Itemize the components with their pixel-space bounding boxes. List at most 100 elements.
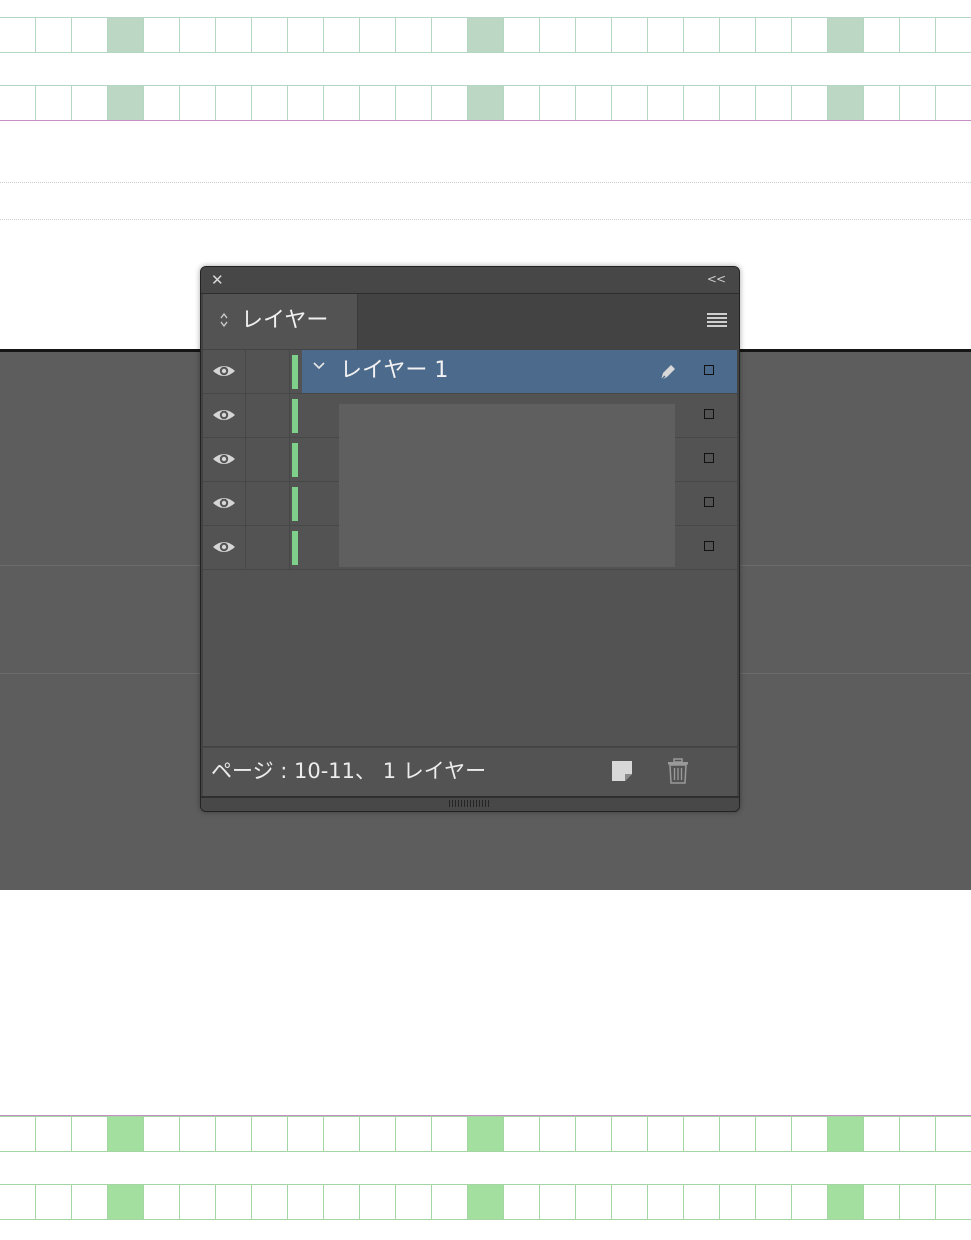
grid-cell <box>539 1184 575 1220</box>
grid-cell <box>0 85 35 121</box>
lock-toggle[interactable] <box>245 482 290 525</box>
grid-cell <box>251 1184 287 1220</box>
grid-cell <box>611 1184 647 1220</box>
grid-row-top-1 <box>0 17 971 53</box>
grid-cell <box>251 17 287 53</box>
visibility-toggle[interactable] <box>203 438 246 481</box>
target-icon[interactable] <box>704 453 714 463</box>
grid-cell <box>611 17 647 53</box>
grid-cell <box>935 1184 971 1220</box>
grid-cell <box>323 85 359 121</box>
grid-cell <box>431 17 467 53</box>
grid-cell <box>107 1184 143 1220</box>
grid-cell <box>359 85 395 121</box>
grid-cell <box>503 17 539 53</box>
trash-icon[interactable] <box>667 758 689 784</box>
grid-cell <box>935 85 971 121</box>
resize-grip-icon <box>449 800 489 807</box>
grid-cell <box>503 1116 539 1152</box>
grid-cell <box>287 1116 323 1152</box>
grid-cell <box>647 17 683 53</box>
sublayer-items-placeholder <box>339 404 675 567</box>
grid-cell <box>791 17 827 53</box>
visibility-toggle[interactable] <box>203 526 246 569</box>
grid-cell <box>107 17 143 53</box>
grid-cell <box>143 17 179 53</box>
panel-titlebar[interactable]: ✕ << <box>201 267 739 294</box>
grid-cell <box>323 1116 359 1152</box>
grid-cell <box>827 85 863 121</box>
collapse-icon[interactable]: << <box>707 270 726 288</box>
grid-cell <box>683 17 719 53</box>
layer-color-swatch <box>292 487 298 521</box>
layer-color-swatch <box>292 531 298 565</box>
tab-arrows-icon[interactable] <box>219 311 229 331</box>
grid-cell <box>107 85 143 121</box>
margin-guide <box>0 120 971 121</box>
grid-cell <box>791 1116 827 1152</box>
eye-icon <box>213 454 235 464</box>
lock-toggle[interactable] <box>245 438 290 481</box>
grid-cell <box>467 17 503 53</box>
grid-row-bottom-2 <box>0 1184 971 1220</box>
grid-cell <box>611 85 647 121</box>
grid-cell <box>719 1116 755 1152</box>
close-icon[interactable]: ✕ <box>211 271 224 289</box>
grid-cell <box>935 1116 971 1152</box>
grid-cell <box>719 1184 755 1220</box>
grid-cell <box>935 17 971 53</box>
grid-cell <box>863 1184 899 1220</box>
panel-menu-icon[interactable] <box>707 313 727 327</box>
grid-cell <box>611 1116 647 1152</box>
grid-cell <box>215 85 251 121</box>
lock-toggle[interactable] <box>245 350 290 393</box>
target-icon[interactable] <box>704 541 714 551</box>
grid-cell <box>719 17 755 53</box>
grid-cell <box>467 85 503 121</box>
target-icon[interactable] <box>704 497 714 507</box>
grid-cell <box>431 1184 467 1220</box>
grid-cell <box>755 1184 791 1220</box>
grid-cell <box>719 85 755 121</box>
grid-cell <box>467 1116 503 1152</box>
layer-row-selected[interactable]: レイヤー 1 <box>302 350 737 393</box>
target-icon[interactable] <box>704 409 714 419</box>
grid-cell <box>0 17 35 53</box>
new-layer-icon[interactable] <box>611 760 633 782</box>
tab-layers[interactable]: レイヤー <box>203 294 358 349</box>
resize-handle[interactable] <box>201 796 739 811</box>
visibility-toggle[interactable] <box>203 350 246 393</box>
grid-cell <box>395 1116 431 1152</box>
panel-footer: ページ : 10-11、 1 レイヤー <box>203 747 737 796</box>
grid-cell <box>287 85 323 121</box>
grid-cell <box>863 17 899 53</box>
grid-cell <box>575 1116 611 1152</box>
lock-toggle[interactable] <box>245 526 290 569</box>
grid-cell <box>323 1184 359 1220</box>
grid-cell <box>179 1116 215 1152</box>
grid-cell <box>179 17 215 53</box>
grid-cell <box>287 17 323 53</box>
layer-row[interactable]: レイヤー 1 <box>203 350 737 394</box>
target-icon[interactable] <box>704 365 714 375</box>
visibility-toggle[interactable] <box>203 394 246 437</box>
layer-color-swatch <box>292 443 298 477</box>
panel-tabbar: レイヤー <box>201 294 739 349</box>
grid-cell <box>215 17 251 53</box>
eye-icon <box>213 366 235 376</box>
grid-cell <box>827 1116 863 1152</box>
grid-cell <box>791 85 827 121</box>
visibility-toggle[interactable] <box>203 482 246 525</box>
lock-toggle[interactable] <box>245 394 290 437</box>
grid-cell <box>539 1116 575 1152</box>
grid-cell <box>575 17 611 53</box>
layer-name[interactable]: レイヤー 1 <box>340 356 448 386</box>
grid-cell <box>35 1184 71 1220</box>
grid-cell <box>755 1116 791 1152</box>
grid-cell <box>899 85 935 121</box>
grid-cell <box>467 1184 503 1220</box>
chevron-down-icon[interactable] <box>312 359 326 377</box>
grid-cell <box>647 85 683 121</box>
grid-cell <box>647 1184 683 1220</box>
grid-cell <box>647 1116 683 1152</box>
